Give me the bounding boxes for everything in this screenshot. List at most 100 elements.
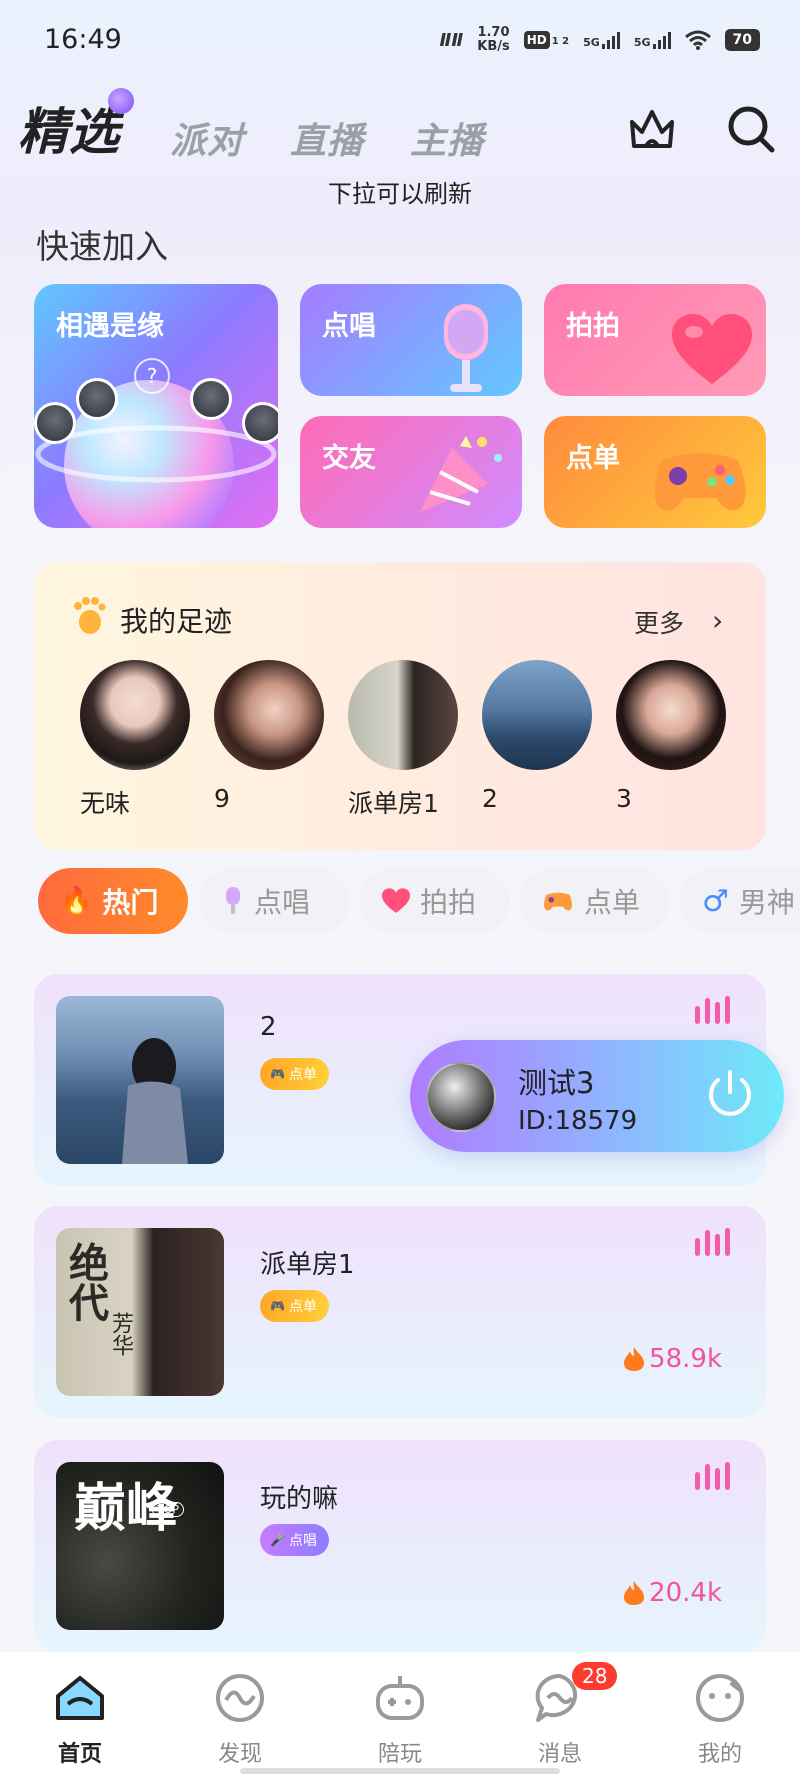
- room-tag: 🎤 点唱: [260, 1524, 329, 1556]
- audio-wave-icon: [695, 1462, 730, 1490]
- room-tag-label: 点唱: [288, 1533, 317, 1549]
- room-heat: 58.9k: [623, 1344, 722, 1374]
- status-time: 16:49: [44, 24, 122, 55]
- quick-join-card-order[interactable]: 点单: [544, 416, 766, 528]
- net2-label: 5G: [633, 36, 651, 49]
- footprint-icon: [74, 597, 106, 634]
- room-cover-text: 巅峰: [74, 1479, 179, 1539]
- crown-icon[interactable]: [628, 104, 676, 150]
- footprint-name: 无味: [80, 789, 131, 818]
- flame-icon: [624, 1347, 645, 1371]
- status-icons: ⅡⅡ 1.70 KB/s HD 1 2 5G 5G 70: [440, 26, 760, 54]
- footprint-avatar[interactable]: [214, 660, 324, 770]
- gamepad-icon: [543, 892, 573, 911]
- card-label: 相遇是缘: [56, 311, 164, 342]
- room-heat: 20.4k: [623, 1578, 722, 1608]
- room-title: 派单房1: [260, 1250, 355, 1280]
- nav-label: 我的: [697, 1742, 742, 1767]
- audio-wave-icon: [695, 996, 730, 1024]
- category-chip-pat[interactable]: 拍拍: [360, 868, 510, 934]
- room-card[interactable]: 绝代 芳华 派单房1 🎮 点单 58.9k: [34, 1206, 766, 1418]
- avatar[interactable]: [426, 1062, 496, 1132]
- quick-join-card-friend[interactable]: 交友: [300, 416, 522, 528]
- chevron-right-icon[interactable]: ›: [712, 604, 723, 637]
- room-tag: 🎮 点单: [260, 1058, 329, 1090]
- room-cover-text: 绝代: [62, 1242, 108, 1322]
- quick-join-card-pat[interactable]: 拍拍: [544, 284, 766, 396]
- microphone-icon: 🎤: [270, 1533, 285, 1547]
- room-cover: 巅峰 TOP: [56, 1462, 224, 1630]
- avatar: [34, 402, 76, 444]
- card-label: 交友: [322, 443, 376, 474]
- category-chip-sing[interactable]: 点唱: [200, 868, 350, 934]
- footprint-name: 2: [482, 784, 498, 813]
- avatar: [76, 378, 118, 420]
- discover-icon: [216, 1674, 264, 1722]
- card-label: 点单: [566, 443, 620, 474]
- avatar: [190, 378, 232, 420]
- room-cover-badge: TOP: [152, 1502, 185, 1517]
- male-icon: ♂: [702, 883, 729, 919]
- battery-icon: 70: [724, 29, 760, 51]
- floating-user-name: 测试3: [518, 1066, 595, 1100]
- nav-messages[interactable]: 消息 28: [490, 1652, 630, 1778]
- footprint-title: 我的足迹: [120, 605, 233, 638]
- speed-value: 1.70: [477, 25, 510, 40]
- nav-companion[interactable]: 陪玩: [330, 1652, 470, 1778]
- home-indicator: [240, 1768, 560, 1774]
- footprint-avatar[interactable]: [616, 660, 726, 770]
- top-tab-bar: 精选 派对 直播 主播: [18, 88, 530, 164]
- flame-icon: [624, 1581, 645, 1605]
- quick-join-title: 快速加入: [36, 227, 168, 266]
- footprint-avatar[interactable]: [80, 660, 190, 770]
- chip-label: 热门: [102, 886, 159, 919]
- nav-label: 消息: [537, 1742, 582, 1767]
- floating-room-panel[interactable]: 测试3 ID:18579: [410, 1040, 784, 1152]
- gamepad-icon: [376, 1676, 424, 1720]
- heart-icon: [382, 888, 410, 913]
- quick-join-card-meet[interactable]: ? 相遇是缘: [34, 284, 278, 528]
- profile-icon: [696, 1674, 744, 1722]
- tab-featured-label: 精选: [18, 103, 120, 161]
- footprint-avatar[interactable]: [348, 660, 458, 770]
- room-tag: 🎮 点单: [260, 1290, 329, 1322]
- party-popper-icon: [420, 436, 502, 512]
- gamepad-icon: 🎮: [270, 1067, 285, 1081]
- tab-featured[interactable]: 精选: [18, 88, 134, 164]
- quick-join-card-sing[interactable]: 点唱: [300, 284, 522, 396]
- chip-label: 拍拍: [420, 886, 477, 919]
- footprint-more-link[interactable]: 更多: [634, 604, 684, 640]
- hd-sub: 1 2: [551, 36, 570, 47]
- flame-icon: 🔥: [60, 886, 93, 916]
- search-icon[interactable]: [726, 104, 776, 154]
- bottom-nav: 首页 发现 陪玩 消息 28 我的: [0, 1652, 800, 1778]
- signal-icon-1: 5G: [583, 31, 620, 49]
- audio-wave-icon: [695, 1228, 730, 1256]
- nav-profile[interactable]: 我的: [650, 1652, 790, 1778]
- microphone-icon: [444, 304, 488, 392]
- question-icon: ?: [134, 358, 170, 394]
- footprint-name: 9: [214, 784, 230, 813]
- signal-icon-2: 5G: [634, 31, 671, 49]
- nav-label: 发现: [217, 1742, 262, 1767]
- home-icon: [56, 1676, 104, 1720]
- nav-home[interactable]: 首页: [10, 1652, 150, 1778]
- category-chip-hot[interactable]: 🔥 热门: [38, 868, 188, 934]
- tab-indicator-dot: [108, 88, 134, 114]
- power-icon[interactable]: [702, 1066, 758, 1122]
- category-chip-male[interactable]: ♂ 男神: [680, 868, 800, 934]
- card-label: 点唱: [322, 311, 376, 342]
- tab-live[interactable]: 直播: [290, 112, 364, 164]
- tab-host[interactable]: 主播: [410, 112, 484, 164]
- nav-discover[interactable]: 发现: [170, 1652, 310, 1778]
- tab-party[interactable]: 派对: [170, 112, 244, 164]
- card-label: 拍拍: [566, 311, 620, 342]
- category-chip-order[interactable]: 点单: [520, 868, 670, 934]
- room-cover-subtext: 芳华: [108, 1312, 133, 1356]
- footprint-avatar[interactable]: [482, 660, 592, 770]
- room-heat-value: 20.4k: [649, 1578, 722, 1608]
- room-card[interactable]: 巅峰 TOP 玩的嘛 🎤 点唱 20.4k: [34, 1440, 766, 1652]
- pull-to-refresh-hint: 下拉可以刷新: [328, 180, 472, 208]
- net1-label: 5G: [583, 36, 600, 49]
- room-heat-value: 58.9k: [649, 1344, 722, 1374]
